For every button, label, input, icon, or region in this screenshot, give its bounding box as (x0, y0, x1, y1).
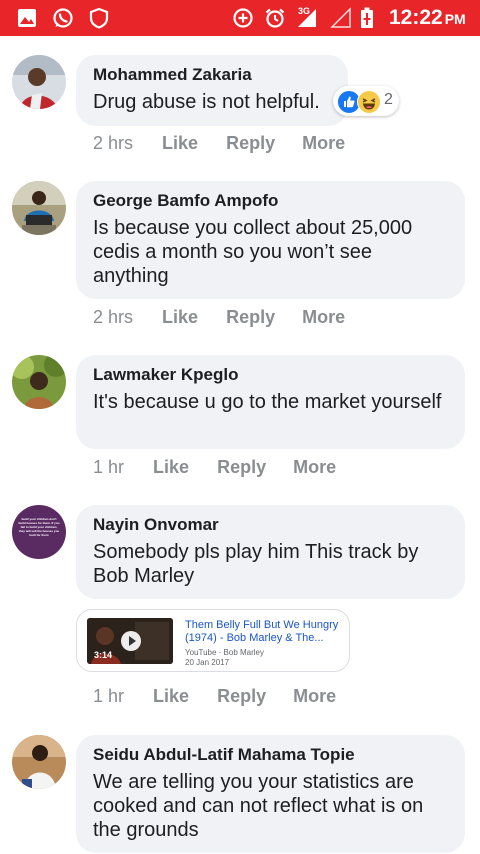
comment-time[interactable]: 1 hr (93, 686, 124, 707)
link-title[interactable]: Them Belly Full But We Hungry (1974) - B… (185, 619, 345, 645)
link-date: 20 Jan 2017 (185, 658, 230, 667)
signal-icon (298, 9, 316, 27)
reply-button[interactable]: Reply (217, 686, 266, 707)
reaction-count: 2 (384, 91, 393, 108)
video-duration: 3:14 (94, 650, 113, 660)
comment-text: Somebody pls play him This track by Bob … (93, 541, 419, 587)
comment-text: Drug abuse is not helpful. (93, 91, 320, 113)
comment-author[interactable]: George Bamfo Ampofo (93, 191, 447, 211)
comment-bubble: Seidu Abdul-Latif Mahama Topie We are te… (76, 735, 465, 853)
comment-author[interactable]: Mohammed Zakaria (93, 65, 330, 85)
comment-text: We are telling you your statistics are c… (93, 771, 424, 841)
gallery-icon (18, 9, 36, 27)
avatar[interactable] (12, 355, 66, 409)
battery-charging-icon (361, 7, 373, 28)
reply-button[interactable]: Reply (217, 457, 266, 478)
avatar-quote-text: build your children don't build houses f… (18, 517, 60, 537)
signal-empty-icon (330, 7, 351, 28)
link-source: YouTube · Bob Marley (185, 648, 265, 657)
comment-author[interactable]: Seidu Abdul-Latif Mahama Topie (93, 745, 447, 765)
comment-actions: 2 hrs Like Reply More (93, 133, 345, 154)
play-icon[interactable] (121, 631, 141, 651)
avatar[interactable]: build your children don't build houses f… (12, 505, 66, 559)
comment-time[interactable]: 1 hr (93, 457, 124, 478)
comment-time[interactable]: 2 hrs (93, 133, 133, 154)
reply-button[interactable]: Reply (226, 133, 275, 154)
comment-author[interactable]: Lawmaker Kpeglo (93, 365, 447, 385)
like-button[interactable]: Like (162, 307, 198, 328)
clock-time: 12:22 (389, 6, 443, 29)
alarm-icon (265, 8, 285, 28)
like-button[interactable]: Like (162, 133, 198, 154)
comment-bubble: Lawmaker Kpeglo It's because u go to the… (76, 355, 465, 449)
comment-text: Is because you collect about 25,000 cedi… (93, 217, 413, 287)
video-link-preview[interactable]: 3:14 Them Belly Full But We Hungry (1974… (76, 609, 350, 672)
like-button[interactable]: Like (153, 686, 189, 707)
more-button[interactable]: More (293, 686, 336, 707)
comment-text: It's because u go to the market yourself (93, 391, 442, 413)
comment-time[interactable]: 2 hrs (93, 307, 133, 328)
comment-actions: 2 hrs Like Reply More (93, 307, 345, 328)
comment-actions: 1 hr Like Reply More (93, 686, 336, 707)
more-button[interactable]: More (302, 133, 345, 154)
avatar[interactable] (12, 181, 66, 235)
data-saver-icon (233, 8, 253, 28)
comment-author[interactable]: Nayin Onvomar (93, 515, 447, 535)
more-button[interactable]: More (293, 457, 336, 478)
clock: 12:22 PM (389, 6, 466, 30)
avatar[interactable] (12, 55, 66, 109)
comment-bubble: George Bamfo Ampofo Is because you colle… (76, 181, 465, 299)
comment-bubble: Mohammed Zakaria Drug abuse is not helpf… (76, 55, 348, 126)
haha-icon (357, 90, 381, 114)
clock-ampm: PM (444, 11, 466, 27)
shield-icon (89, 7, 109, 29)
avatar[interactable] (12, 735, 66, 789)
video-thumbnail[interactable]: 3:14 (87, 618, 173, 664)
like-button[interactable]: Like (153, 457, 189, 478)
reply-button[interactable]: Reply (226, 307, 275, 328)
reaction-summary[interactable]: 2 (333, 86, 399, 116)
comment-actions: 1 hr Like Reply More (93, 457, 336, 478)
comment-bubble: Nayin Onvomar Somebody pls play him This… (76, 505, 465, 599)
whatsapp-icon (53, 8, 73, 28)
more-button[interactable]: More (302, 307, 345, 328)
status-bar: 3G 12:22 PM (0, 0, 480, 36)
